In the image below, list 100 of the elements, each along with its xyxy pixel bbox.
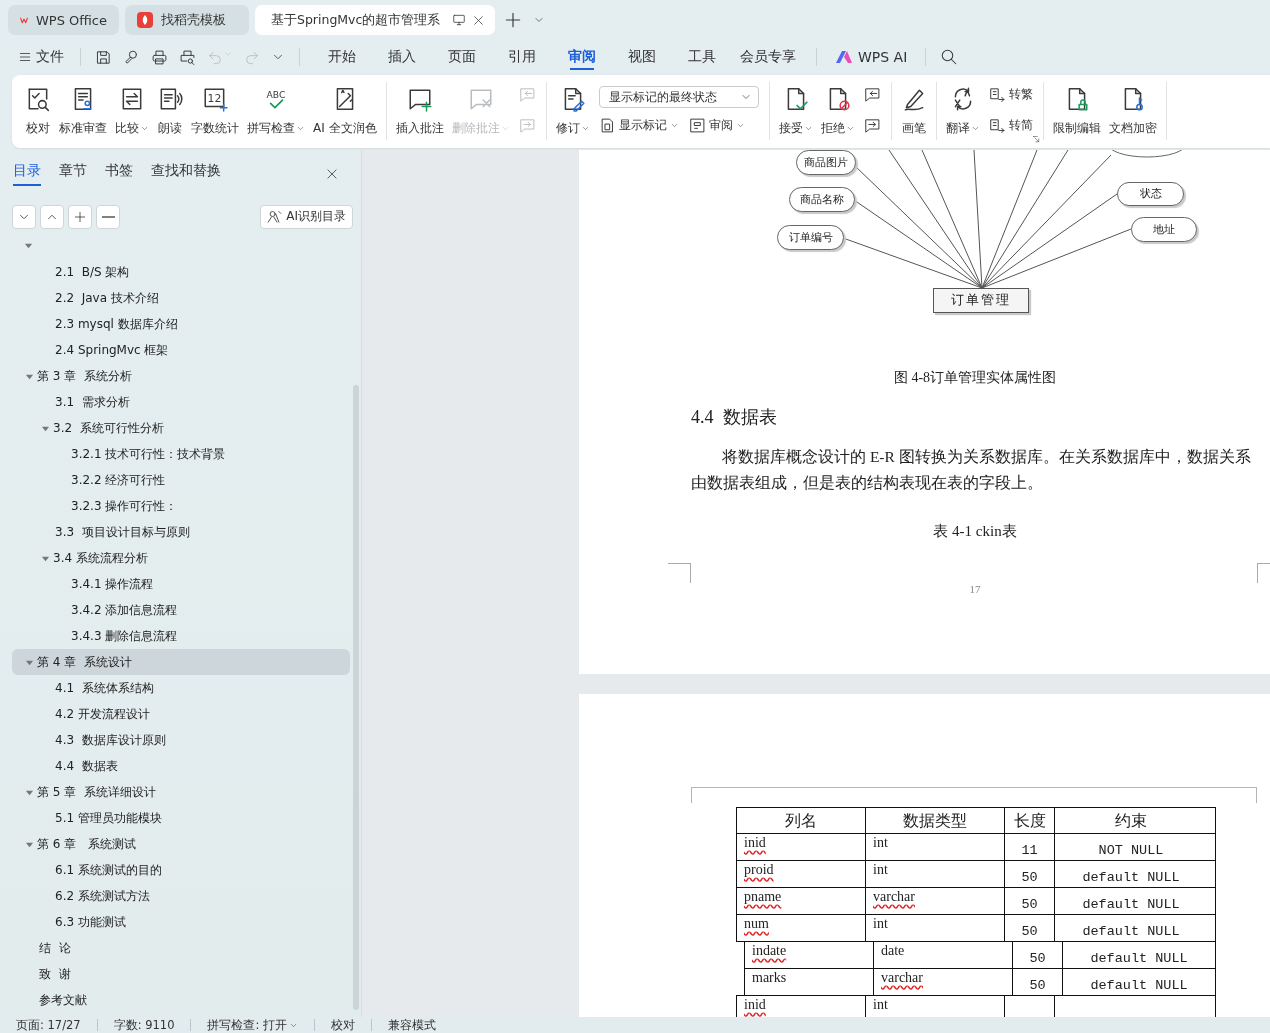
panel-tab[interactable]: 目录 — [13, 162, 41, 186]
ribbon-tab[interactable]: 插入 — [372, 42, 432, 72]
panel-tab[interactable]: 书签 — [105, 162, 133, 186]
table-cell: varchar — [881, 970, 923, 985]
table-cell: indate — [752, 943, 787, 958]
ribbon-button[interactable]: 画笔 — [897, 82, 930, 140]
window-tab[interactable]: WPS Office — [8, 5, 119, 35]
panel-tab[interactable]: 章节 — [59, 162, 87, 186]
ribbon-tab[interactable]: 引用 — [492, 42, 552, 72]
ribbon-button[interactable]: 接受 — [775, 82, 816, 140]
ribbon-tab[interactable]: 页面 — [432, 42, 492, 72]
window-tab[interactable]: 找稻壳模板 — [125, 5, 249, 35]
status-item[interactable]: 页面: 17/27 — [16, 1017, 81, 1033]
panel-tab[interactable]: 查找和替换 — [151, 162, 221, 186]
outline-item[interactable]: 第 3 章 系统分析 — [12, 363, 350, 389]
ribbon-button[interactable]: 拒绝 — [817, 82, 858, 140]
outline-item[interactable]: 3.4.1 操作流程 — [12, 571, 350, 597]
outline-item[interactable]: 6.3 功能测试 — [12, 909, 350, 935]
monitor-icon — [452, 13, 467, 27]
comment-arrow-left-icon — [518, 86, 536, 103]
ribbon-button[interactable]: 文档加密 — [1105, 82, 1160, 140]
ribbon-button[interactable]: ABC 拼写检查 — [244, 82, 308, 140]
status-item[interactable]: 校对 — [331, 1017, 355, 1033]
add-button[interactable] — [68, 204, 92, 229]
markup-view-dropdown[interactable]: 显示标记的最终状态 — [598, 86, 759, 108]
outline-item[interactable]: 参考文献 — [12, 987, 350, 1013]
ribbon-button[interactable]: 朗读 — [154, 82, 186, 140]
outline-item[interactable]: 4.2 开发流程设计 — [12, 701, 350, 727]
outline-item[interactable]: 第 6 章 系统测试 — [12, 831, 350, 857]
outline-item[interactable]: 3.4.3 删除信息流程 — [12, 623, 350, 649]
outline-item[interactable]: 第 4 章 系统设计 — [12, 649, 350, 675]
ribbon-button[interactable]: 修订 — [552, 82, 593, 140]
outline-item[interactable]: 5.1 管理员功能模块 — [12, 805, 350, 831]
ai-button[interactable]: WPS AI — [829, 48, 914, 66]
column-header: 长度 — [1005, 808, 1055, 834]
ribbon-tab[interactable]: 视图 — [612, 42, 672, 72]
status-item[interactable]: 兼容模式 — [388, 1017, 436, 1033]
print-icon — [151, 48, 168, 66]
page-number: 17 — [968, 583, 982, 595]
ribbon-tab[interactable]: 会员专享 — [732, 42, 804, 72]
table-cell: 11 — [1021, 843, 1038, 858]
outline-item[interactable]: 致 谢 — [12, 961, 350, 987]
ribbon-tab[interactable]: 工具 — [672, 42, 732, 72]
outline-item[interactable]: 第 5 章 系统详细设计 — [12, 779, 350, 805]
outline-item[interactable]: 6.1 系统测试的目的 — [12, 857, 350, 883]
ribbon-button[interactable]: 标准审查 — [56, 82, 110, 140]
status-item[interactable]: 拼写检查: 打开 — [207, 1017, 298, 1033]
ribbon-tab[interactable]: 审阅 — [552, 42, 612, 72]
toolbar-button[interactable]: 审阅 — [688, 117, 745, 134]
outline-item[interactable]: 3.3 项目设计目标与原则 — [12, 519, 350, 545]
save-icon — [95, 48, 112, 66]
attribute-node: 状态 — [1117, 182, 1184, 206]
outline-item[interactable]: 4.4 数据表 — [12, 753, 350, 779]
figure-caption: 图 4-8订单管理实体属性图 — [892, 369, 1058, 387]
ai-outline-button[interactable]: AI识别目录 — [260, 204, 353, 229]
undo-icon — [207, 49, 223, 65]
minus-icon — [101, 215, 115, 218]
table-cell: inid — [744, 997, 766, 1012]
outline-item[interactable]: 3.2.3 操作可行性： — [12, 493, 350, 519]
outline-item[interactable]: 3.4 系统流程分析 — [12, 545, 350, 571]
outline-item[interactable]: 2.1 B/S 架构 — [12, 259, 350, 285]
outline-item[interactable]: 4.3 数据库设计原则 — [12, 727, 350, 753]
outline-item[interactable]: 3.2 系统可行性分析 — [12, 415, 350, 441]
close-icon — [472, 13, 486, 27]
toolbar-button[interactable] — [863, 86, 881, 103]
entity-box: 订单管理 — [933, 288, 1029, 313]
table-cell: default NULL — [1082, 897, 1180, 912]
status-item[interactable]: 字数: 9110 — [113, 1017, 175, 1033]
ribbon-button[interactable]: 12 字数统计 — [188, 82, 242, 140]
table-cell: 50 — [1029, 978, 1046, 993]
toolbar-button[interactable] — [863, 117, 881, 134]
body-paragraph: 将数据库概念设计的 E-R 图转换为关系数据库。在关系数据库中，数据关系由数据表组成，但是表的结构表现在表的字段上。 — [691, 447, 1252, 493]
outline-item[interactable]: 3.4.2 添加信息流程 — [12, 597, 350, 623]
outline-item[interactable]: 结 论 — [12, 935, 350, 961]
outline-item[interactable]: 3.2.1 技术可行性：技术背景 — [12, 441, 350, 467]
ribbon-tab[interactable]: 开始 — [312, 42, 372, 72]
table-cell: int — [873, 835, 888, 850]
remove-button[interactable] — [96, 204, 120, 229]
triangle-icon[interactable] — [24, 241, 33, 250]
outline-item[interactable]: 2.4 SpringMvc 框架 — [12, 337, 350, 363]
ribbon-button[interactable]: 插入批注 — [392, 82, 447, 140]
outline-item[interactable]: 3.2.2 经济可行性 — [12, 467, 350, 493]
file-menu[interactable]: 文件 — [14, 48, 68, 66]
toolbar-button[interactable]: 显示标记 — [598, 117, 679, 134]
table-cell: 50 — [1029, 951, 1046, 966]
outline-item[interactable]: 6.2 系统测试方法 — [12, 883, 350, 909]
ribbon-button[interactable]: 翻译 — [942, 82, 983, 140]
outline-item[interactable]: 2.3 mysql 数据库介绍 — [12, 311, 350, 337]
ribbon-button[interactable]: 校对 — [22, 82, 54, 140]
toolbar-button[interactable]: 转简 — [988, 117, 1033, 134]
toolbar-button[interactable]: 转繁 — [988, 86, 1033, 103]
ribbon-button[interactable]: AI 全文润色 — [310, 82, 380, 140]
attribute-node: 地址 — [1131, 217, 1197, 242]
ribbon-button[interactable]: 限制编辑 — [1049, 82, 1104, 140]
scrollbar-thumb[interactable] — [353, 385, 359, 1010]
ribbon-button[interactable]: 比较 — [112, 82, 152, 140]
outline-item[interactable]: 4.1 系统体系结构 — [12, 675, 350, 701]
outline-item[interactable]: 3.1 需求分析 — [12, 389, 350, 415]
outline-item[interactable]: 2.2 Java 技术介绍 — [12, 285, 350, 311]
window-tab[interactable]: 基于SpringMvc的超市管理系 — [255, 5, 495, 35]
